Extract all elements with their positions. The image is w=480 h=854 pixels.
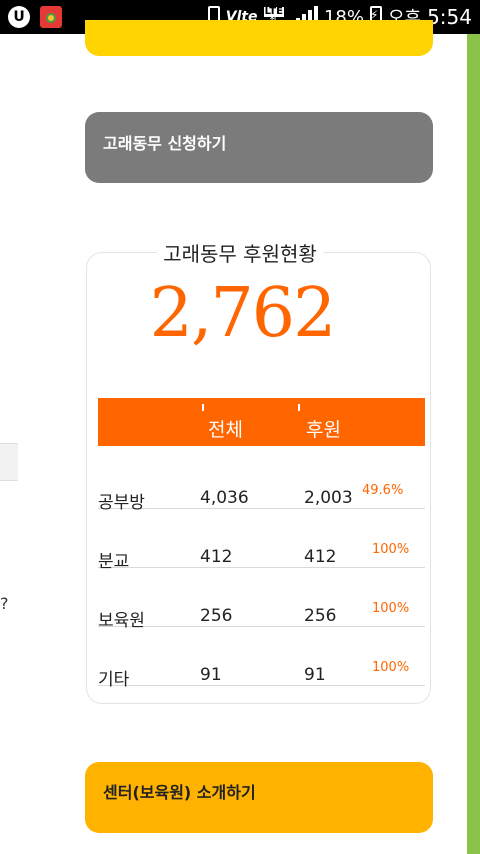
home-app-icon — [40, 6, 62, 28]
table-row: 공부방 4,036 2,003 49.6% — [98, 454, 425, 513]
row-percent: 49.6% — [362, 483, 404, 498]
table-row: 보육원 256 256 100% — [98, 572, 425, 631]
row-total: 412 — [200, 547, 233, 567]
status-table-header: 전체 후원 — [98, 398, 425, 446]
row-category: 공부방 — [98, 493, 145, 513]
row-category: 기타 — [98, 670, 130, 690]
center-intro-button-label: 센터(보육원) 소개하기 — [103, 783, 256, 802]
header-divider — [202, 404, 204, 411]
table-row: 분교 412 412 100% — [98, 513, 425, 572]
apply-button[interactable]: 고래동무 신청하기 — [85, 112, 433, 183]
left-clipped-text: ? — [0, 594, 9, 613]
row-total: 256 — [200, 606, 233, 626]
row-support: 91 — [304, 665, 326, 685]
row-category: 보육원 — [98, 611, 145, 631]
support-status-title: 고래동무 후원현황 — [157, 238, 323, 267]
row-support: 412 — [304, 547, 337, 567]
header-support-label: 후원 — [306, 419, 341, 441]
row-percent: 100% — [372, 660, 410, 675]
clock-time: 5:54 — [427, 5, 472, 29]
center-intro-button[interactable]: 센터(보육원) 소개하기 — [85, 762, 433, 833]
row-support: 256 — [304, 606, 337, 626]
row-percent: 100% — [372, 601, 410, 616]
row-total: 4,036 — [200, 488, 249, 508]
header-divider — [298, 404, 300, 411]
support-total-count: 2,762 — [149, 274, 337, 353]
top-yellow-button[interactable] — [85, 20, 433, 56]
apply-button-label: 고래동무 신청하기 — [103, 134, 227, 153]
left-clipped-panel — [0, 443, 18, 481]
row-percent: 100% — [372, 542, 410, 557]
scroll-edge-bar[interactable] — [467, 34, 480, 854]
header-total-label: 전체 — [208, 419, 243, 441]
row-category: 분교 — [98, 552, 130, 572]
row-total: 91 — [200, 665, 222, 685]
table-row: 기타 91 91 100% — [98, 631, 425, 690]
uplus-app-icon: U — [8, 6, 30, 28]
row-support: 2,003 — [304, 488, 353, 508]
